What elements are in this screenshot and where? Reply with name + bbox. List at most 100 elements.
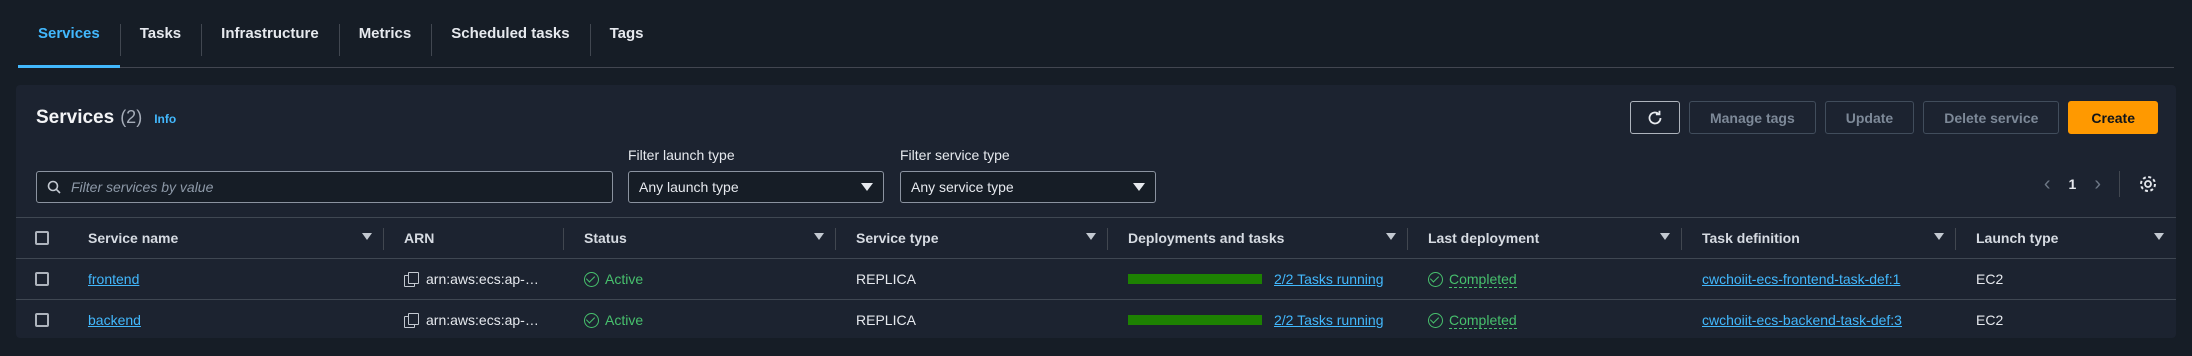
filter-launch-label: Filter launch type (628, 147, 735, 163)
copy-icon[interactable] (404, 313, 419, 328)
copy-icon[interactable] (404, 272, 419, 287)
column-label: Launch type (1976, 230, 2059, 246)
service-name-link[interactable]: frontend (88, 271, 139, 287)
filter-service-label: Filter service type (900, 147, 1010, 163)
table-row: backend arn:aws:ecs:ap-… Active REPLICA … (16, 299, 2176, 340)
column-header[interactable]: Task definition (1682, 218, 1956, 258)
row-checkbox[interactable] (35, 272, 49, 286)
sort-icon (1934, 233, 1944, 240)
check-circle-icon (1428, 271, 1443, 287)
delete-service-button[interactable]: Delete service (1923, 101, 2060, 134)
select-all-checkbox[interactable] (35, 231, 49, 245)
info-link[interactable]: Info (154, 112, 176, 126)
sort-icon (1086, 233, 1096, 240)
action-buttons: Manage tags Update Delete service Create (1629, 101, 2158, 134)
service-name-cell: frontend (68, 259, 384, 299)
table-row: frontend arn:aws:ecs:ap-… Active REPLICA… (16, 258, 2176, 299)
page-number[interactable]: 1 (2069, 176, 2077, 192)
service-type-cell: REPLICA (856, 312, 916, 328)
create-button[interactable]: Create (2068, 101, 2158, 134)
service-name-link[interactable]: backend (88, 312, 141, 328)
tab-services[interactable]: Services (18, 0, 120, 68)
status-text: Active (605, 312, 644, 328)
status-text: Active (605, 271, 644, 287)
deployment-progress-bar (1128, 274, 1262, 284)
tasks-running-link[interactable]: 2/2 Tasks running (1274, 312, 1383, 328)
manage-tags-button[interactable]: Manage tags (1688, 101, 1816, 134)
services-panel: Services (2) Info Manage tags Update Del… (16, 85, 2176, 338)
last-deployment-cell: Completed (1408, 300, 1682, 340)
sort-icon (362, 233, 372, 240)
column-header[interactable]: Last deployment (1408, 218, 1682, 258)
column-label: Service type (856, 230, 939, 246)
chevron-down-icon (861, 183, 873, 191)
deployments-cell: 2/2 Tasks running (1108, 300, 1408, 340)
panel-header: Services (2) Info (36, 107, 176, 129)
sort-icon (2154, 233, 2164, 240)
deployments-cell: 2/2 Tasks running (1108, 259, 1408, 299)
chevron-right-icon[interactable]: › (2094, 173, 2101, 196)
last-deployment-status[interactable]: Completed (1449, 271, 1517, 288)
last-deployment-status[interactable]: Completed (1449, 312, 1517, 329)
launch-type-cell: EC2 (1976, 271, 2004, 287)
service-name-cell: backend (68, 300, 384, 340)
search-icon (47, 180, 61, 194)
row-checkbox[interactable] (35, 313, 49, 327)
service-count: (2) (120, 107, 143, 127)
column-header[interactable]: Status (564, 218, 836, 258)
table-header: Service name ARN Status Service type Dep… (16, 217, 2176, 258)
column-header[interactable]: ARN (384, 218, 564, 258)
last-deployment-cell: Completed (1408, 259, 1682, 299)
refresh-button[interactable] (1629, 101, 1680, 134)
tab-tasks[interactable]: Tasks (119, 0, 201, 67)
arn-value: arn:aws:ecs:ap-… (426, 312, 539, 328)
refresh-icon (1648, 110, 1662, 124)
tab-metrics[interactable]: Metrics (338, 0, 432, 67)
check-circle-icon (584, 271, 599, 287)
service-type-cell: REPLICA (856, 271, 916, 287)
column-header[interactable]: Service type (836, 218, 1108, 258)
update-button[interactable]: Update (1824, 101, 1915, 134)
task-definition-cell: cwchoiit-ecs-backend-task-def:3 (1682, 300, 1956, 340)
launch-type-select[interactable]: Any launch type (628, 171, 884, 203)
column-label: Task definition (1702, 230, 1800, 246)
select-all-cell (16, 218, 68, 258)
status-cell: Active (564, 300, 836, 340)
arn-cell: arn:aws:ecs:ap-… (384, 300, 564, 340)
gear-icon[interactable] (2138, 174, 2158, 194)
task-definition-cell: cwchoiit-ecs-frontend-task-def:1 (1682, 259, 1956, 299)
launch-type-cell: EC2 (1976, 312, 2004, 328)
tab-tags[interactable]: Tags (589, 0, 664, 67)
panel-title: Services (36, 107, 115, 128)
check-circle-icon (1428, 312, 1443, 328)
pagination: ‹ 1 › (2044, 171, 2158, 197)
deployment-progress-bar (1128, 315, 1262, 325)
column-label: ARN (404, 230, 435, 246)
service-type-value: Any service type (911, 179, 1014, 195)
task-definition-link[interactable]: cwchoiit-ecs-backend-task-def:3 (1702, 312, 1902, 328)
column-header[interactable]: Launch type (1956, 218, 2176, 258)
column-label: Deployments and tasks (1128, 230, 1285, 246)
column-header[interactable]: Service name (68, 218, 384, 258)
sort-icon (1660, 233, 1670, 240)
services-table: Service name ARN Status Service type Dep… (16, 217, 2176, 340)
service-type-select[interactable]: Any service type (900, 171, 1156, 203)
check-circle-icon (584, 312, 599, 328)
sort-icon (1386, 233, 1396, 240)
tab-bar: Services Tasks Infrastructure Metrics Sc… (18, 0, 2174, 68)
chevron-left-icon[interactable]: ‹ (2044, 173, 2051, 196)
search-input[interactable] (71, 179, 591, 195)
row-select-cell (16, 259, 68, 299)
sort-icon (814, 233, 824, 240)
tab-scheduled-tasks[interactable]: Scheduled tasks (431, 0, 589, 67)
chevron-down-icon (1133, 183, 1145, 191)
search-field[interactable] (36, 171, 613, 203)
tasks-running-link[interactable]: 2/2 Tasks running (1274, 271, 1383, 287)
status-cell: Active (564, 259, 836, 299)
column-label: Service name (88, 230, 179, 246)
tab-infrastructure[interactable]: Infrastructure (201, 0, 339, 67)
task-definition-link[interactable]: cwchoiit-ecs-frontend-task-def:1 (1702, 271, 1900, 287)
column-header[interactable]: Deployments and tasks (1108, 218, 1408, 258)
pager-divider (2119, 171, 2120, 197)
arn-value: arn:aws:ecs:ap-… (426, 271, 539, 287)
